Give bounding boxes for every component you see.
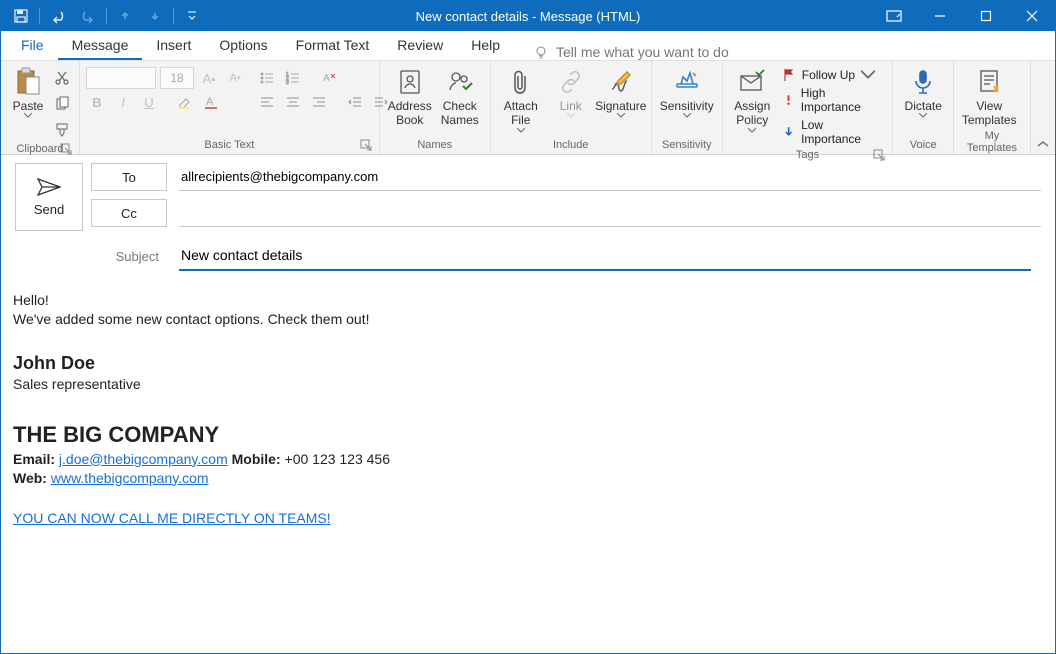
signature-name: John Doe: [13, 351, 1043, 375]
align-left-icon[interactable]: [256, 91, 278, 113]
svg-text:A: A: [206, 96, 214, 108]
attach-file-button[interactable]: Attach File: [497, 63, 545, 133]
group-templates-label: My Templates: [960, 128, 1023, 157]
tab-format-text[interactable]: Format Text: [282, 31, 384, 60]
previous-icon: [111, 2, 139, 30]
subject-label: Subject: [15, 249, 167, 264]
signature-role: Sales representative: [13, 375, 1043, 394]
italic-icon[interactable]: I: [112, 91, 134, 113]
high-importance-button[interactable]: High Importance: [778, 85, 886, 115]
address-book-button[interactable]: Address Book: [386, 63, 434, 128]
copy-icon[interactable]: [51, 93, 73, 115]
body-intro: We've added some new contact options. Ch…: [13, 310, 1043, 329]
body-greeting: Hello!: [13, 291, 1043, 310]
link-button: Link: [547, 63, 595, 118]
paste-button[interactable]: Paste: [7, 63, 49, 118]
next-icon: [141, 2, 169, 30]
group-clipboard-label: Clipboard: [16, 143, 63, 155]
group-basic-text-label: Basic Text: [204, 139, 254, 151]
title-bar: New contact details - Message (HTML): [1, 1, 1055, 31]
format-painter-icon[interactable]: [51, 119, 73, 141]
svg-text:3: 3: [286, 80, 289, 86]
close-icon[interactable]: [1009, 1, 1055, 31]
follow-up-button[interactable]: Follow Up: [778, 67, 886, 83]
to-button[interactable]: To: [91, 163, 167, 191]
tab-file[interactable]: File: [7, 31, 58, 60]
group-names-label: Names: [386, 137, 484, 154]
decrease-indent-icon[interactable]: [344, 91, 366, 113]
tab-review[interactable]: Review: [383, 31, 457, 60]
basic-text-launcher-icon[interactable]: [360, 139, 373, 152]
save-icon[interactable]: [7, 2, 35, 30]
undo-icon[interactable]: [44, 2, 72, 30]
clipboard-launcher-icon[interactable]: [60, 143, 73, 156]
tell-me-label: Tell me what you want to do: [556, 44, 729, 60]
align-right-icon[interactable]: [308, 91, 330, 113]
tell-me-search[interactable]: Tell me what you want to do: [534, 44, 729, 60]
maximize-icon[interactable]: [963, 1, 1009, 31]
signature-button[interactable]: Signature: [597, 63, 645, 118]
to-field[interactable]: [179, 163, 1041, 191]
signature-company: THE BIG COMPANY: [13, 420, 1043, 450]
group-sensitivity-label: Sensitivity: [658, 137, 716, 154]
font-name-combo[interactable]: [86, 67, 156, 89]
shrink-font-icon[interactable]: A▾: [224, 67, 246, 89]
bullets-icon[interactable]: [256, 67, 278, 89]
redo-icon: [74, 2, 102, 30]
signature-email-link[interactable]: j.doe@thebigcompany.com: [59, 451, 228, 467]
message-body[interactable]: Hello! We've added some new contact opti…: [1, 271, 1055, 548]
tab-help[interactable]: Help: [457, 31, 514, 60]
assign-policy-button[interactable]: Assign Policy: [729, 63, 776, 133]
highlight-icon[interactable]: [174, 91, 196, 113]
clear-formatting-icon[interactable]: A: [318, 67, 340, 89]
cut-icon[interactable]: [51, 67, 73, 89]
svg-text:A: A: [323, 73, 330, 84]
align-center-icon[interactable]: [282, 91, 304, 113]
teams-call-link[interactable]: YOU CAN NOW CALL ME DIRECTLY ON TEAMS!: [13, 510, 331, 526]
dictate-button[interactable]: Dictate: [899, 63, 947, 118]
group-voice-label: Voice: [899, 137, 947, 154]
numbering-icon[interactable]: 123: [282, 67, 304, 89]
group-include-label: Include: [497, 137, 645, 154]
increase-indent-icon[interactable]: [370, 91, 392, 113]
view-templates-button[interactable]: View Templates: [960, 63, 1018, 128]
send-button[interactable]: Send: [15, 163, 83, 231]
minimize-icon[interactable]: [917, 1, 963, 31]
menu-bar: File Message Insert Options Format Text …: [1, 31, 1055, 61]
grow-font-icon[interactable]: A▴: [198, 67, 220, 89]
group-tags-label: Tags: [796, 149, 819, 161]
cc-field[interactable]: [179, 199, 1041, 227]
signature-web-link[interactable]: www.thebigcompany.com: [51, 470, 209, 486]
check-names-button[interactable]: Check Names: [436, 63, 484, 128]
tab-options[interactable]: Options: [205, 31, 281, 60]
customize-qat-icon[interactable]: [178, 2, 206, 30]
tab-message[interactable]: Message: [58, 31, 143, 60]
low-importance-button[interactable]: Low Importance: [778, 117, 886, 147]
bold-icon[interactable]: B: [86, 91, 108, 113]
subject-field[interactable]: [179, 241, 1031, 271]
tags-launcher-icon[interactable]: [873, 149, 886, 162]
underline-icon[interactable]: U: [138, 91, 160, 113]
ribbon-display-options-icon[interactable]: [871, 1, 917, 31]
signature-web-line: Web: www.thebigcompany.com: [13, 469, 1043, 488]
font-size-combo[interactable]: 18: [160, 67, 194, 89]
signature-contact-line: Email: j.doe@thebigcompany.com Mobile: +…: [13, 450, 1043, 469]
tab-insert[interactable]: Insert: [142, 31, 205, 60]
collapse-ribbon-icon[interactable]: [1031, 61, 1055, 154]
cc-button[interactable]: Cc: [91, 199, 167, 227]
sensitivity-button[interactable]: Sensitivity: [658, 63, 716, 118]
ribbon: Paste Clipboard 18 A: [1, 61, 1055, 155]
font-color-icon[interactable]: A: [200, 91, 222, 113]
